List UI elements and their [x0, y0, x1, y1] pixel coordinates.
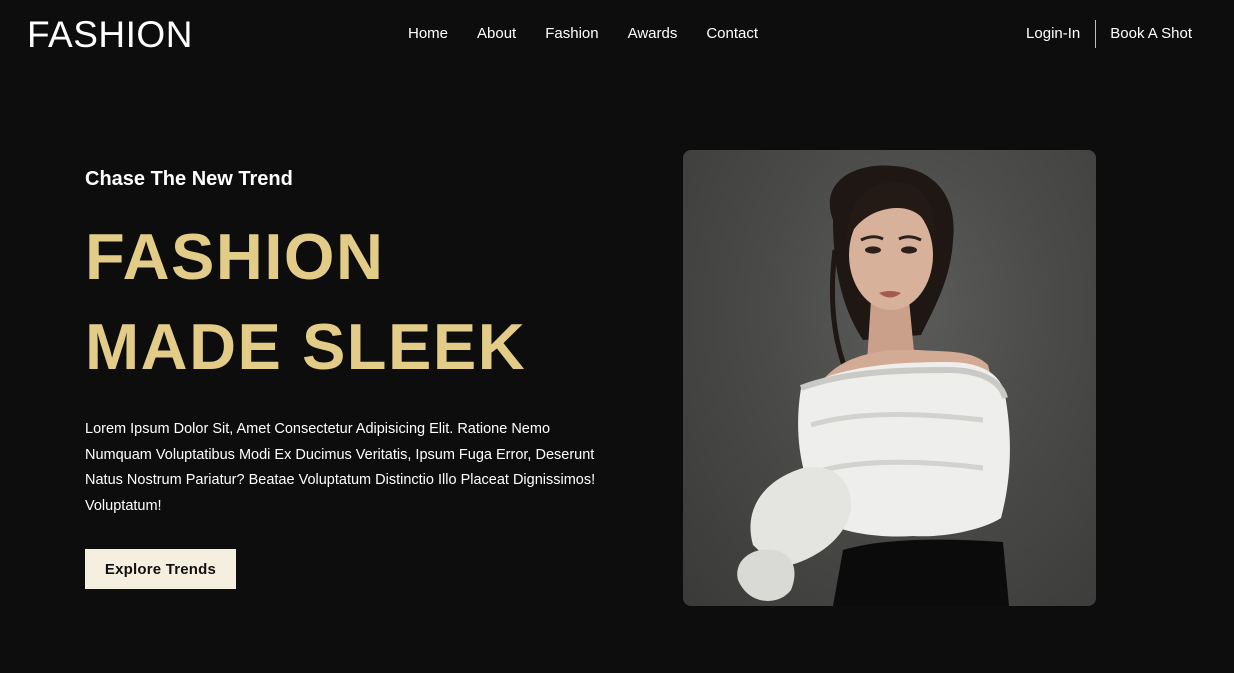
hero-title: FASHION MADE SLEEK [85, 212, 526, 392]
hero-title-line-2: MADE SLEEK [85, 310, 527, 383]
nav-link-awards[interactable]: Awards [628, 24, 678, 44]
navbar: FASHION Home About Fashion Awards Contac… [0, 0, 1234, 70]
hero-title-line-1: FASHION [85, 220, 385, 293]
nav-link-fashion[interactable]: Fashion [545, 24, 598, 44]
logo[interactable]: FASHION [27, 14, 193, 56]
hero-description: Lorem Ipsum Dolor Sit, Amet Consectetur … [85, 421, 596, 514]
hero-kicker: Chase The New Trend [85, 168, 293, 190]
page: FASHION Home About Fashion Awards Contac… [0, 0, 1234, 673]
book-shot-link[interactable]: Book A Shot [1110, 20, 1192, 48]
nav-link-home[interactable]: Home [408, 24, 448, 44]
nav-divider [1095, 20, 1097, 48]
nav-link-about[interactable]: About [477, 24, 516, 44]
nav-link-contact[interactable]: Contact [706, 24, 758, 44]
main-nav: Home About Fashion Awards Contact [408, 24, 787, 44]
model-portrait-photo [683, 150, 1096, 606]
explore-trends-button[interactable]: Explore Trends [85, 549, 236, 589]
nav-actions: Login-In Book A Shot [1026, 20, 1192, 48]
login-link[interactable]: Login-In [1026, 20, 1080, 48]
